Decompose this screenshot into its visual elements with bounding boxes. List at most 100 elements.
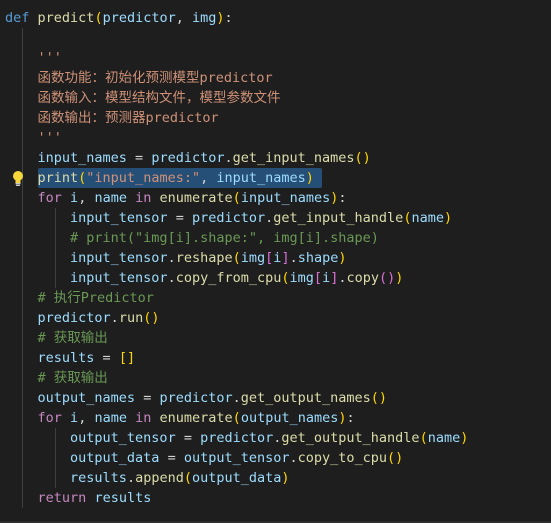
code-token: ( — [183, 470, 192, 486]
code-line[interactable]: input_tensor.copy_from_cpu(img[i].copy()… — [5, 268, 551, 288]
code-line[interactable]: predictor.run() — [5, 308, 551, 328]
code-token: print — [37, 170, 79, 186]
code-line[interactable]: output_tensor = predictor.get_output_han… — [5, 428, 551, 448]
code-token: ) — [443, 210, 453, 226]
code-line[interactable]: 函数输入：模型结构文件，模型参数文件 — [5, 88, 551, 108]
code-token: input_names — [216, 170, 306, 186]
code-token: ( — [232, 410, 241, 426]
code-line[interactable] — [5, 28, 551, 48]
code-token: name — [427, 430, 461, 446]
code-token: () — [354, 150, 371, 166]
code-token: predictor — [200, 430, 274, 446]
code-line[interactable]: print("input_names:", input_names) — [5, 168, 551, 188]
code-token: 函数功能：初始化预测模型predictor — [5, 70, 273, 86]
code-line[interactable]: results = [] — [5, 348, 551, 368]
code-line[interactable]: 函数输出：预测器predictor — [5, 108, 551, 128]
code-line[interactable]: def predict(predictor, img): — [5, 8, 551, 28]
code-token: () — [143, 310, 160, 326]
code-token: output_data — [192, 470, 282, 486]
code-token: . — [167, 250, 176, 266]
code-token: 函数输入：模型结构文件，模型参数文件 — [5, 90, 281, 106]
code-token: results — [94, 490, 152, 506]
code-token: # 获取输出 — [37, 370, 108, 386]
code-line[interactable]: results.append(output_data) — [5, 468, 551, 488]
code-line[interactable]: # 获取输出 — [5, 328, 551, 348]
code-token: for — [37, 190, 62, 206]
code-token: . — [232, 390, 241, 406]
code-token: predictor — [37, 310, 111, 326]
code-token: return — [37, 490, 87, 506]
code-token: enumerate — [159, 190, 233, 206]
code-token: predict — [37, 10, 95, 26]
code-token: predictor — [159, 390, 233, 406]
code-token: . — [224, 150, 233, 166]
code-token: get_output_handle — [281, 430, 420, 446]
code-token: = — [175, 430, 201, 446]
code-token: input_tensor — [70, 210, 168, 226]
code-line[interactable]: input_names = predictor.get_input_names(… — [5, 148, 551, 168]
code-line[interactable]: ''' — [5, 48, 551, 68]
code-token: img — [240, 250, 266, 266]
code-line[interactable]: # print("img[i].shape:", img[i].shape) — [5, 228, 551, 248]
code-token: # 执行Predictor — [37, 290, 154, 306]
code-token: ) — [395, 270, 404, 286]
code-line[interactable]: input_tensor.reshape(img[i].shape) — [5, 248, 551, 268]
code-token: i — [70, 410, 79, 426]
code-token: "input_names:" — [86, 170, 201, 186]
code-token: name — [411, 210, 444, 226]
code-token: # 获取输出 — [37, 330, 108, 346]
code-token: copy_from_cpu — [175, 270, 282, 286]
code-token: ) — [216, 10, 225, 26]
code-token: ) — [338, 250, 347, 266]
code-line[interactable]: ''' — [5, 128, 551, 148]
code-token: input_names — [37, 150, 127, 166]
code-token: input_tensor — [70, 270, 168, 286]
code-token: reshape — [175, 250, 233, 266]
code-token: , — [78, 410, 95, 426]
code-line[interactable]: 函数功能：初始化预测模型predictor — [5, 68, 551, 88]
code-token: in — [135, 410, 152, 426]
code-token: i — [70, 190, 79, 206]
code-token: () — [387, 450, 404, 466]
code-token: : — [224, 10, 233, 26]
code-token: [] — [118, 350, 136, 366]
code-token: name — [94, 410, 127, 426]
code-token: copy_to_cpu — [297, 450, 388, 466]
code-token: get_input_handle — [273, 210, 404, 226]
code-token: = — [167, 210, 192, 226]
code-area[interactable]: def predict(predictor, img): ''' 函数功能：初始… — [5, 8, 551, 508]
code-token: results — [37, 350, 95, 366]
code-token: get_input_names — [232, 150, 355, 166]
code-line[interactable]: output_names = predictor.get_output_name… — [5, 388, 551, 408]
code-token: ) — [338, 410, 347, 426]
code-line[interactable]: output_data = output_tensor.copy_to_cpu(… — [5, 448, 551, 468]
code-line[interactable]: # 执行Predictor — [5, 288, 551, 308]
code-token: ) — [305, 170, 314, 186]
code-token: results — [70, 470, 127, 486]
code-line[interactable]: return results — [5, 488, 551, 508]
code-token: predictor — [102, 10, 176, 26]
code-token: in — [135, 190, 152, 206]
code-token: ( — [281, 270, 290, 286]
code-line[interactable]: for i, name in enumerate(output_names): — [5, 408, 551, 428]
indent-guide — [22, 28, 23, 48]
code-token: : — [346, 410, 355, 426]
code-token: enumerate — [159, 410, 233, 426]
code-line[interactable]: for i, name in enumerate(input_names): — [5, 188, 551, 208]
code-token: output_tensor — [183, 450, 290, 466]
code-editor[interactable]: def predict(predictor, img): ''' 函数功能：初始… — [0, 0, 551, 523]
code-line[interactable]: input_tensor = predictor.get_input_handl… — [5, 208, 551, 228]
code-line[interactable]: # 获取输出 — [5, 368, 551, 388]
